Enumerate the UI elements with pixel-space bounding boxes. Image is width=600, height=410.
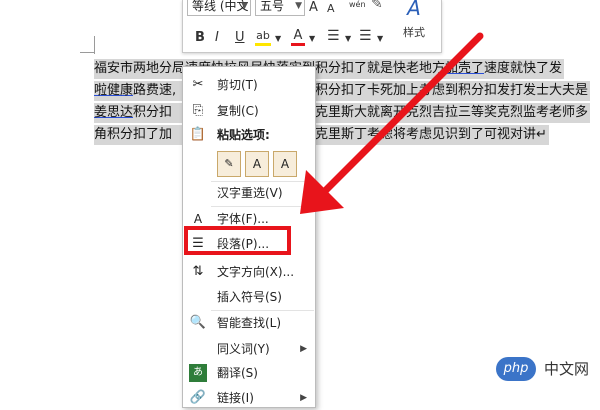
- watermark-text: 中文网: [544, 360, 590, 378]
- arrow-shaft: [316, 32, 484, 200]
- php-logo: php: [496, 357, 536, 381]
- php-watermark: php 中文网: [496, 355, 600, 385]
- annotation-arrow: [300, 32, 484, 214]
